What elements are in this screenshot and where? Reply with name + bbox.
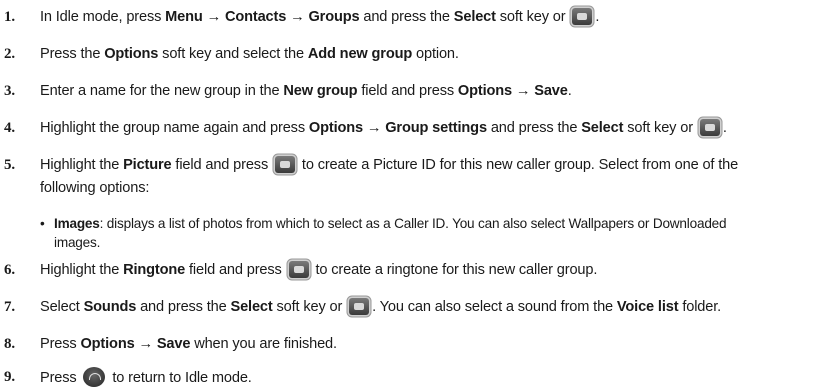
step-number: 9. [4, 369, 15, 385]
option-bullet-continuation: images. [54, 235, 101, 250]
ok-key-icon [288, 261, 309, 278]
step-5-continuation: following options: [40, 180, 150, 196]
step-number: 8. [4, 336, 15, 352]
step-number: 4. [4, 120, 15, 136]
instruction-list: 1. In Idle mode, press Menu → Contacts →… [4, 8, 739, 387]
step-number: 7. [4, 299, 15, 315]
step-number: 1. [4, 9, 15, 25]
ok-key-icon [572, 8, 593, 25]
end-key-icon [83, 367, 106, 387]
bullet-icon: • [40, 216, 45, 231]
option-bullet: • Images: displays a list of photos from … [40, 214, 727, 234]
step-number: 2. [4, 46, 15, 62]
step-number: 3. [4, 83, 15, 99]
ok-key-icon [349, 298, 370, 315]
step-number: 6. [4, 262, 15, 278]
step-number: 5. [4, 157, 15, 173]
ok-key-icon [699, 119, 720, 136]
ok-key-icon [275, 156, 296, 173]
